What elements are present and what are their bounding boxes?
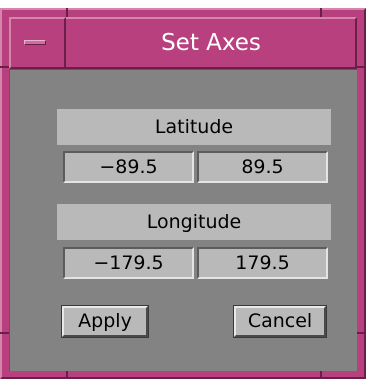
frame-notch-right-top	[357, 66, 366, 68]
dialog-client-area: Latitude −89.5 89.5 Longitude −179.5 179…	[9, 69, 357, 371]
longitude-min-field[interactable]: −179.5	[63, 247, 194, 279]
window-title: Set Axes	[161, 30, 261, 56]
frame-notch-bottom-left	[66, 371, 68, 379]
longitude-max-value: 179.5	[235, 252, 290, 274]
set-axes-dialog: Set Axes Latitude −89.5 89.5 Longitude −…	[0, 0, 366, 379]
longitude-max-field[interactable]: 179.5	[197, 247, 328, 279]
frame-notch-right-bottom	[357, 332, 366, 334]
longitude-label: Longitude	[57, 204, 331, 240]
latitude-min-value: −89.5	[99, 156, 158, 178]
frame-notch-bottom-right	[320, 371, 322, 379]
cancel-button[interactable]: Cancel	[233, 305, 327, 338]
apply-button[interactable]: Apply	[61, 305, 149, 338]
latitude-label: Latitude	[57, 109, 331, 145]
frame-notch-top-left	[66, 8, 68, 17]
window-menu-icon	[24, 40, 46, 45]
window-menu-button[interactable]	[9, 17, 66, 69]
latitude-min-field[interactable]: −89.5	[63, 151, 194, 183]
frame-notch-left-bottom	[0, 332, 9, 334]
latitude-max-value: 89.5	[241, 156, 284, 178]
longitude-min-value: −179.5	[93, 252, 164, 274]
latitude-max-field[interactable]: 89.5	[197, 151, 328, 183]
frame-notch-top-right	[320, 8, 322, 17]
frame-notch-left-top	[0, 66, 9, 68]
